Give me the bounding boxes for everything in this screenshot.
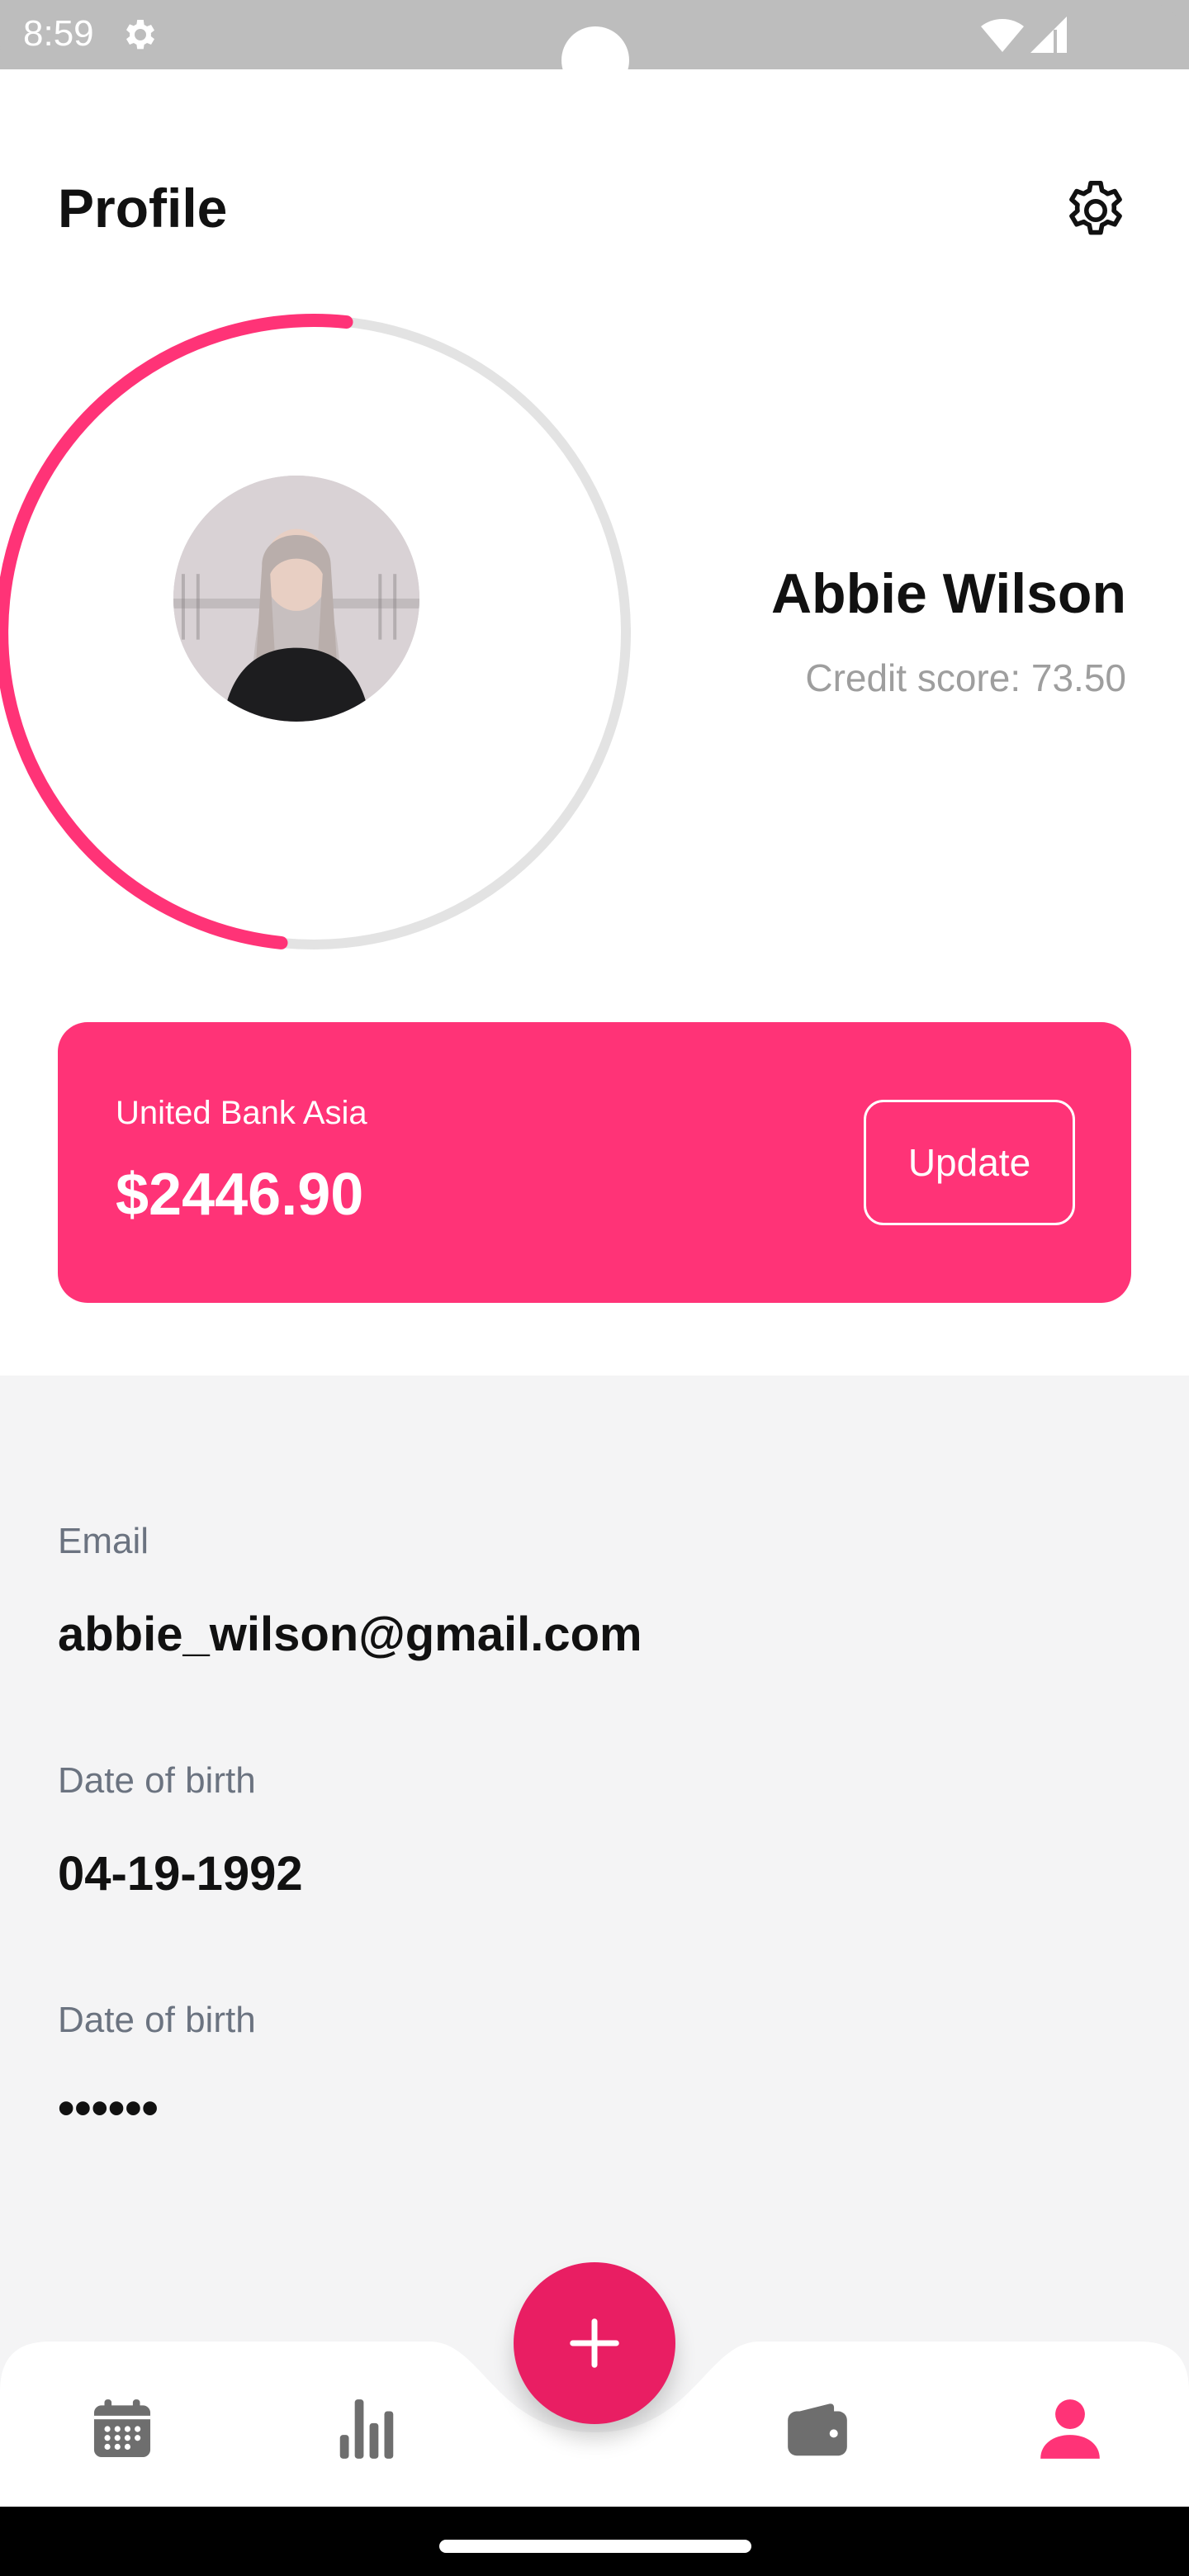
avatar-image [173, 476, 419, 722]
birth-date-label: Date of birth [58, 1760, 256, 1801]
settings-button[interactable] [1059, 173, 1133, 248]
email-label: Email [58, 1521, 149, 1561]
page-title: Profile [58, 178, 228, 239]
calendar-icon [93, 2399, 151, 2458]
user-name: Abbie Wilson [770, 562, 1126, 625]
bank-name: United Bank Asia [116, 1095, 367, 1131]
nav-item-wallet[interactable] [776, 2388, 859, 2470]
credit-score-value: 73.50 [1030, 656, 1126, 699]
signal-icon [1030, 17, 1067, 53]
nav-item-profile[interactable] [1029, 2388, 1111, 2470]
hidden-field-value: •••••• [58, 2081, 159, 2135]
nav-item-stats[interactable] [325, 2388, 408, 2470]
system-navigation-bar [0, 2507, 1189, 2576]
wallet-icon [788, 2403, 847, 2456]
status-bar-corner [1139, 0, 1189, 69]
home-indicator[interactable] [439, 2540, 751, 2553]
add-button[interactable] [514, 2262, 675, 2424]
settings-icon [126, 20, 154, 50]
bank-card: United Bank Asia $2446.90 Update [58, 1022, 1131, 1303]
plus-icon [570, 2318, 619, 2368]
credit-score-label: Credit score: [805, 656, 1021, 699]
update-button[interactable]: Update [864, 1100, 1075, 1225]
wifi-icon [981, 19, 1024, 52]
gear-icon [1069, 180, 1122, 235]
person-icon [1040, 2399, 1100, 2459]
status-bar: 8:59 [0, 0, 1189, 94]
bank-balance: $2446.90 [116, 1162, 364, 1228]
hidden-field-label: Date of birth [58, 2000, 256, 2040]
bar-chart-icon [339, 2399, 394, 2459]
credit-score: Credit score: 73.50 [805, 656, 1126, 700]
status-time: 8:59 [23, 13, 94, 54]
avatar [173, 476, 419, 722]
nav-item-calendar[interactable] [81, 2388, 163, 2470]
birth-date-value: 04-19-1992 [58, 1847, 303, 1901]
email-value: abbie_wilson@gmail.com [58, 1608, 642, 1661]
